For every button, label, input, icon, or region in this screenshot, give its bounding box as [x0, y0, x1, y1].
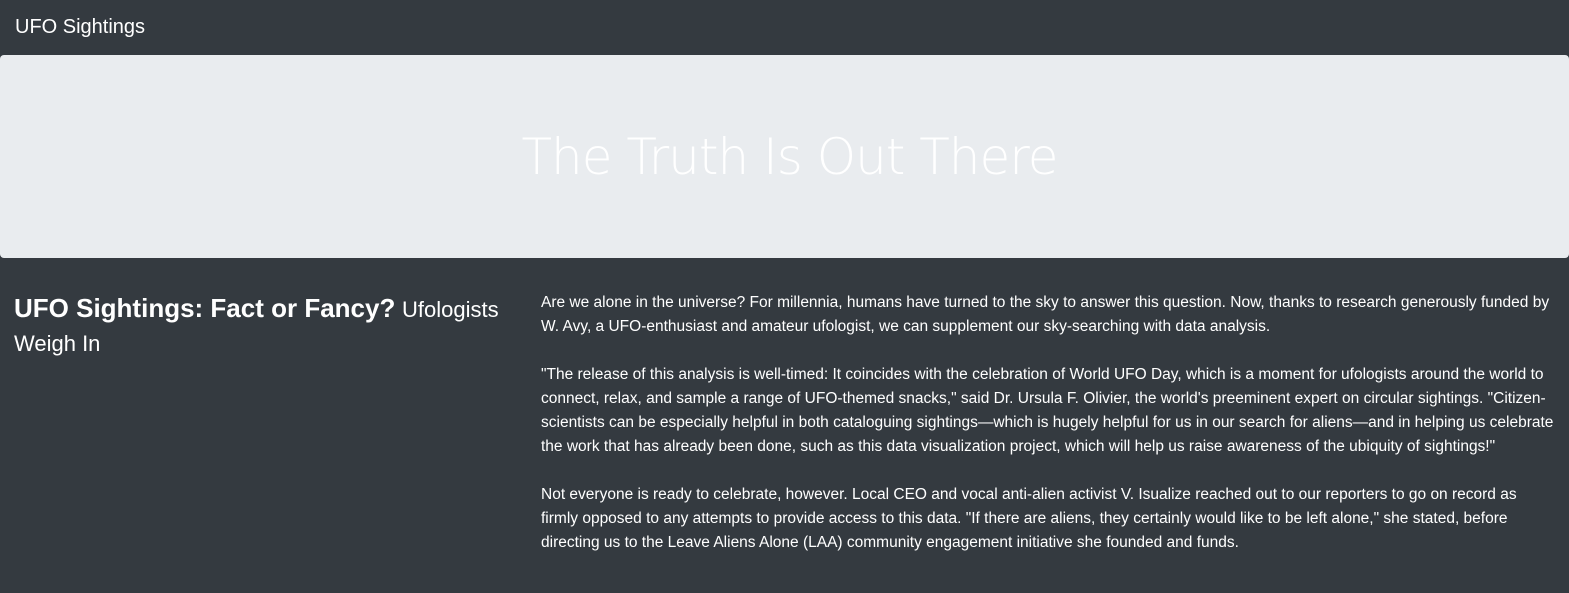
article-heading-column: UFO Sightings: Fact or Fancy? Ufologists… — [0, 291, 527, 579]
article-paragraph-opposition: Not everyone is ready to celebrate, howe… — [541, 486, 1517, 551]
article-content: UFO Sightings: Fact or Fancy? Ufologists… — [0, 258, 1569, 579]
navbar-brand-link[interactable]: UFO Sightings — [15, 16, 145, 39]
hero-title: The Truth Is Out There — [521, 127, 1059, 186]
article-paragraph-intro: Are we alone in the universe? For millen… — [541, 294, 1550, 335]
navbar: UFO Sightings — [0, 0, 1569, 55]
article-paragraph-quote: "The release of this analysis is well-ti… — [541, 366, 1554, 455]
article-heading: UFO Sightings: Fact or Fancy? Ufologists… — [14, 291, 507, 361]
article-heading-main: UFO Sightings: Fact or Fancy? — [14, 293, 396, 323]
article-body-column: Are we alone in the universe? For millen… — [527, 291, 1557, 579]
hero-jumbotron: The Truth Is Out There — [0, 55, 1569, 258]
